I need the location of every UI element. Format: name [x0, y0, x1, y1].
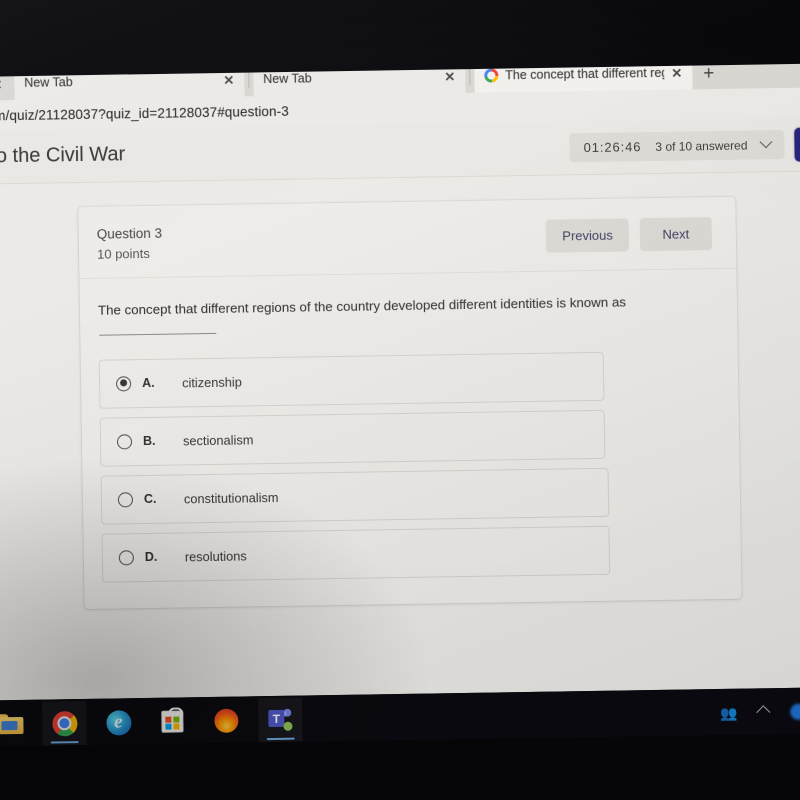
answer-option-b-letter: B. — [142, 433, 156, 449]
question-card: Question 3 10 points Previous Next The c… — [78, 196, 742, 609]
taskbar-item-google-chrome[interactable] — [42, 700, 87, 746]
submit-quiz-button[interactable] — [794, 126, 800, 162]
quiz-timer: 01:26:46 — [583, 139, 642, 156]
quiz-page: ad to the Civil War 01:26:46 3 of 10 ans… — [0, 117, 800, 701]
new-tab-button[interactable]: + — [692, 63, 725, 90]
close-icon[interactable]: ✕ — [671, 65, 682, 80]
previous-button[interactable]: Previous — [546, 218, 630, 253]
question-nav-buttons: Previous Next — [546, 217, 713, 253]
tab-divider — [248, 70, 250, 89]
close-icon[interactable]: ✕ — [223, 72, 234, 87]
people-icon[interactable]: 👥 — [720, 704, 737, 721]
google-g-icon — [484, 68, 499, 83]
firefox-icon — [214, 708, 239, 733]
answer-option-c[interactable]: C. constitutionalism — [100, 467, 610, 525]
answer-options-list: A. citizenship B. sectionalism C. consti… — [98, 350, 717, 583]
answer-option-d-text: resolutions — [184, 548, 247, 565]
chevron-down-icon[interactable] — [759, 135, 773, 149]
question-body: The concept that different regions of th… — [79, 269, 741, 609]
edge-icon — [105, 709, 132, 736]
answer-option-b-text: sectionalism — [182, 431, 254, 449]
question-meta: Question 3 10 points — [97, 226, 163, 262]
question-prompt: The concept that different regions of th… — [97, 294, 627, 318]
question-points: 10 points — [96, 245, 150, 262]
chevron-up-icon[interactable] — [756, 705, 771, 720]
answer-option-d-letter: D. — [144, 549, 158, 565]
system-tray: 👥 — [720, 703, 800, 721]
tab-close-icon-leading[interactable]: ✕ — [0, 77, 15, 101]
answer-blank-underline — [99, 332, 217, 336]
address-bar-url: .com/quiz/21128037?quiz_id=21128037#ques… — [0, 103, 289, 124]
teams-icon — [268, 708, 293, 731]
taskbar-item-microsoft-teams[interactable] — [258, 697, 303, 743]
tray-status-indicator — [790, 703, 800, 720]
taskbar-item-microsoft-edge[interactable] — [96, 700, 141, 745]
answer-option-c-text: constitutionalism — [183, 489, 279, 507]
radio-button-d[interactable] — [118, 549, 134, 566]
photo-dark-border-top — [0, 0, 800, 78]
taskbar-item-file-explorer[interactable] — [0, 702, 33, 747]
quiz-content: Question 3 10 points Previous Next The c… — [0, 171, 800, 701]
answer-option-b[interactable]: B. sectionalism — [99, 409, 606, 467]
next-button[interactable]: Next — [639, 217, 713, 252]
answered-count: 3 of 10 answered — [655, 138, 748, 154]
close-icon[interactable]: ✕ — [444, 69, 455, 84]
folder-icon — [0, 714, 24, 735]
tab-divider — [469, 66, 471, 85]
answer-option-a[interactable]: A. citizenship — [98, 351, 605, 409]
quiz-status-pill[interactable]: 01:26:46 3 of 10 answered — [569, 129, 785, 163]
laptop-screen: ✕ New Tab ✕ New Tab ✕ The concept that d… — [0, 47, 800, 701]
chrome-icon — [51, 710, 78, 736]
answer-option-a-letter: A. — [142, 375, 155, 391]
taskbar-app-icons — [0, 697, 303, 747]
question-number: Question 3 — [96, 225, 163, 242]
quiz-title: ad to the Civil War — [0, 143, 126, 168]
question-card-header: Question 3 10 points Previous Next — [78, 196, 737, 280]
answer-option-a-text: citizenship — [181, 374, 242, 391]
radio-button-c[interactable] — [117, 491, 134, 508]
store-icon — [161, 710, 184, 733]
photograph-of-screen: ✕ New Tab ✕ New Tab ✕ The concept that d… — [0, 0, 800, 800]
taskbar-item-microsoft-store[interactable] — [150, 699, 195, 744]
quiz-header-right: 01:26:46 3 of 10 answered — [569, 126, 800, 165]
taskbar-item-mozilla-firefox[interactable] — [204, 698, 249, 743]
browser-tab-3-title: The concept that different regio — [505, 65, 665, 83]
answer-option-c-letter: C. — [143, 491, 157, 507]
answer-option-d[interactable]: D. resolutions — [101, 525, 611, 583]
radio-button-a[interactable] — [115, 375, 132, 392]
radio-button-b[interactable] — [116, 433, 133, 450]
